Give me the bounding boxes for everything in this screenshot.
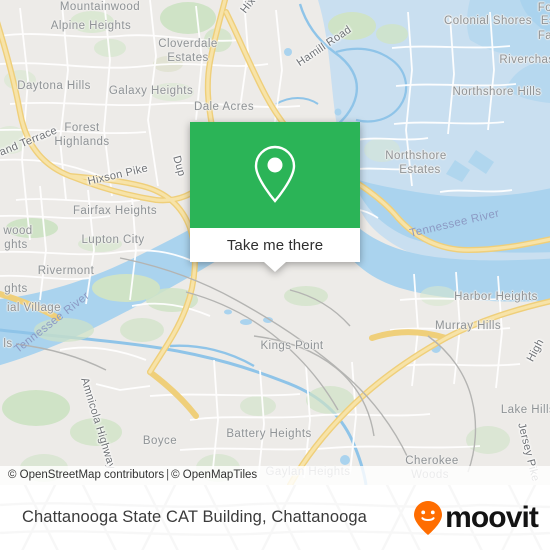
attribution-osm[interactable]: © OpenStreetMap contributors — [8, 469, 164, 481]
popup-pointer — [264, 262, 286, 272]
take-me-there-label: Take me there — [226, 236, 324, 254]
popup-action-bar[interactable]: Take me there — [190, 228, 360, 262]
moovit-wordmark: moovit — [445, 500, 539, 534]
map-pin-icon — [254, 145, 296, 203]
footer-bar: Chattanooga State CAT Building, Chattano… — [0, 485, 550, 550]
moovit-logo[interactable]: moovit — [413, 485, 539, 550]
moovit-smiley-pin-icon — [414, 500, 443, 535]
map-attribution: © OpenStreetMap contributors | © OpenMapTi… — [0, 466, 550, 485]
map-screenshot: Mountainwood Alpine Heights Cloverdale Esta… — [0, 0, 550, 550]
location-popup[interactable]: Take me there — [190, 122, 360, 272]
attribution-openmaptiles[interactable]: © OpenMapTiles — [171, 469, 257, 481]
popup-image-area — [190, 122, 360, 228]
map-canvas[interactable]: Mountainwood Alpine Heights Cloverdale Esta… — [0, 0, 550, 485]
location-title: Chattanooga State CAT Building, Chattano… — [22, 508, 367, 526]
